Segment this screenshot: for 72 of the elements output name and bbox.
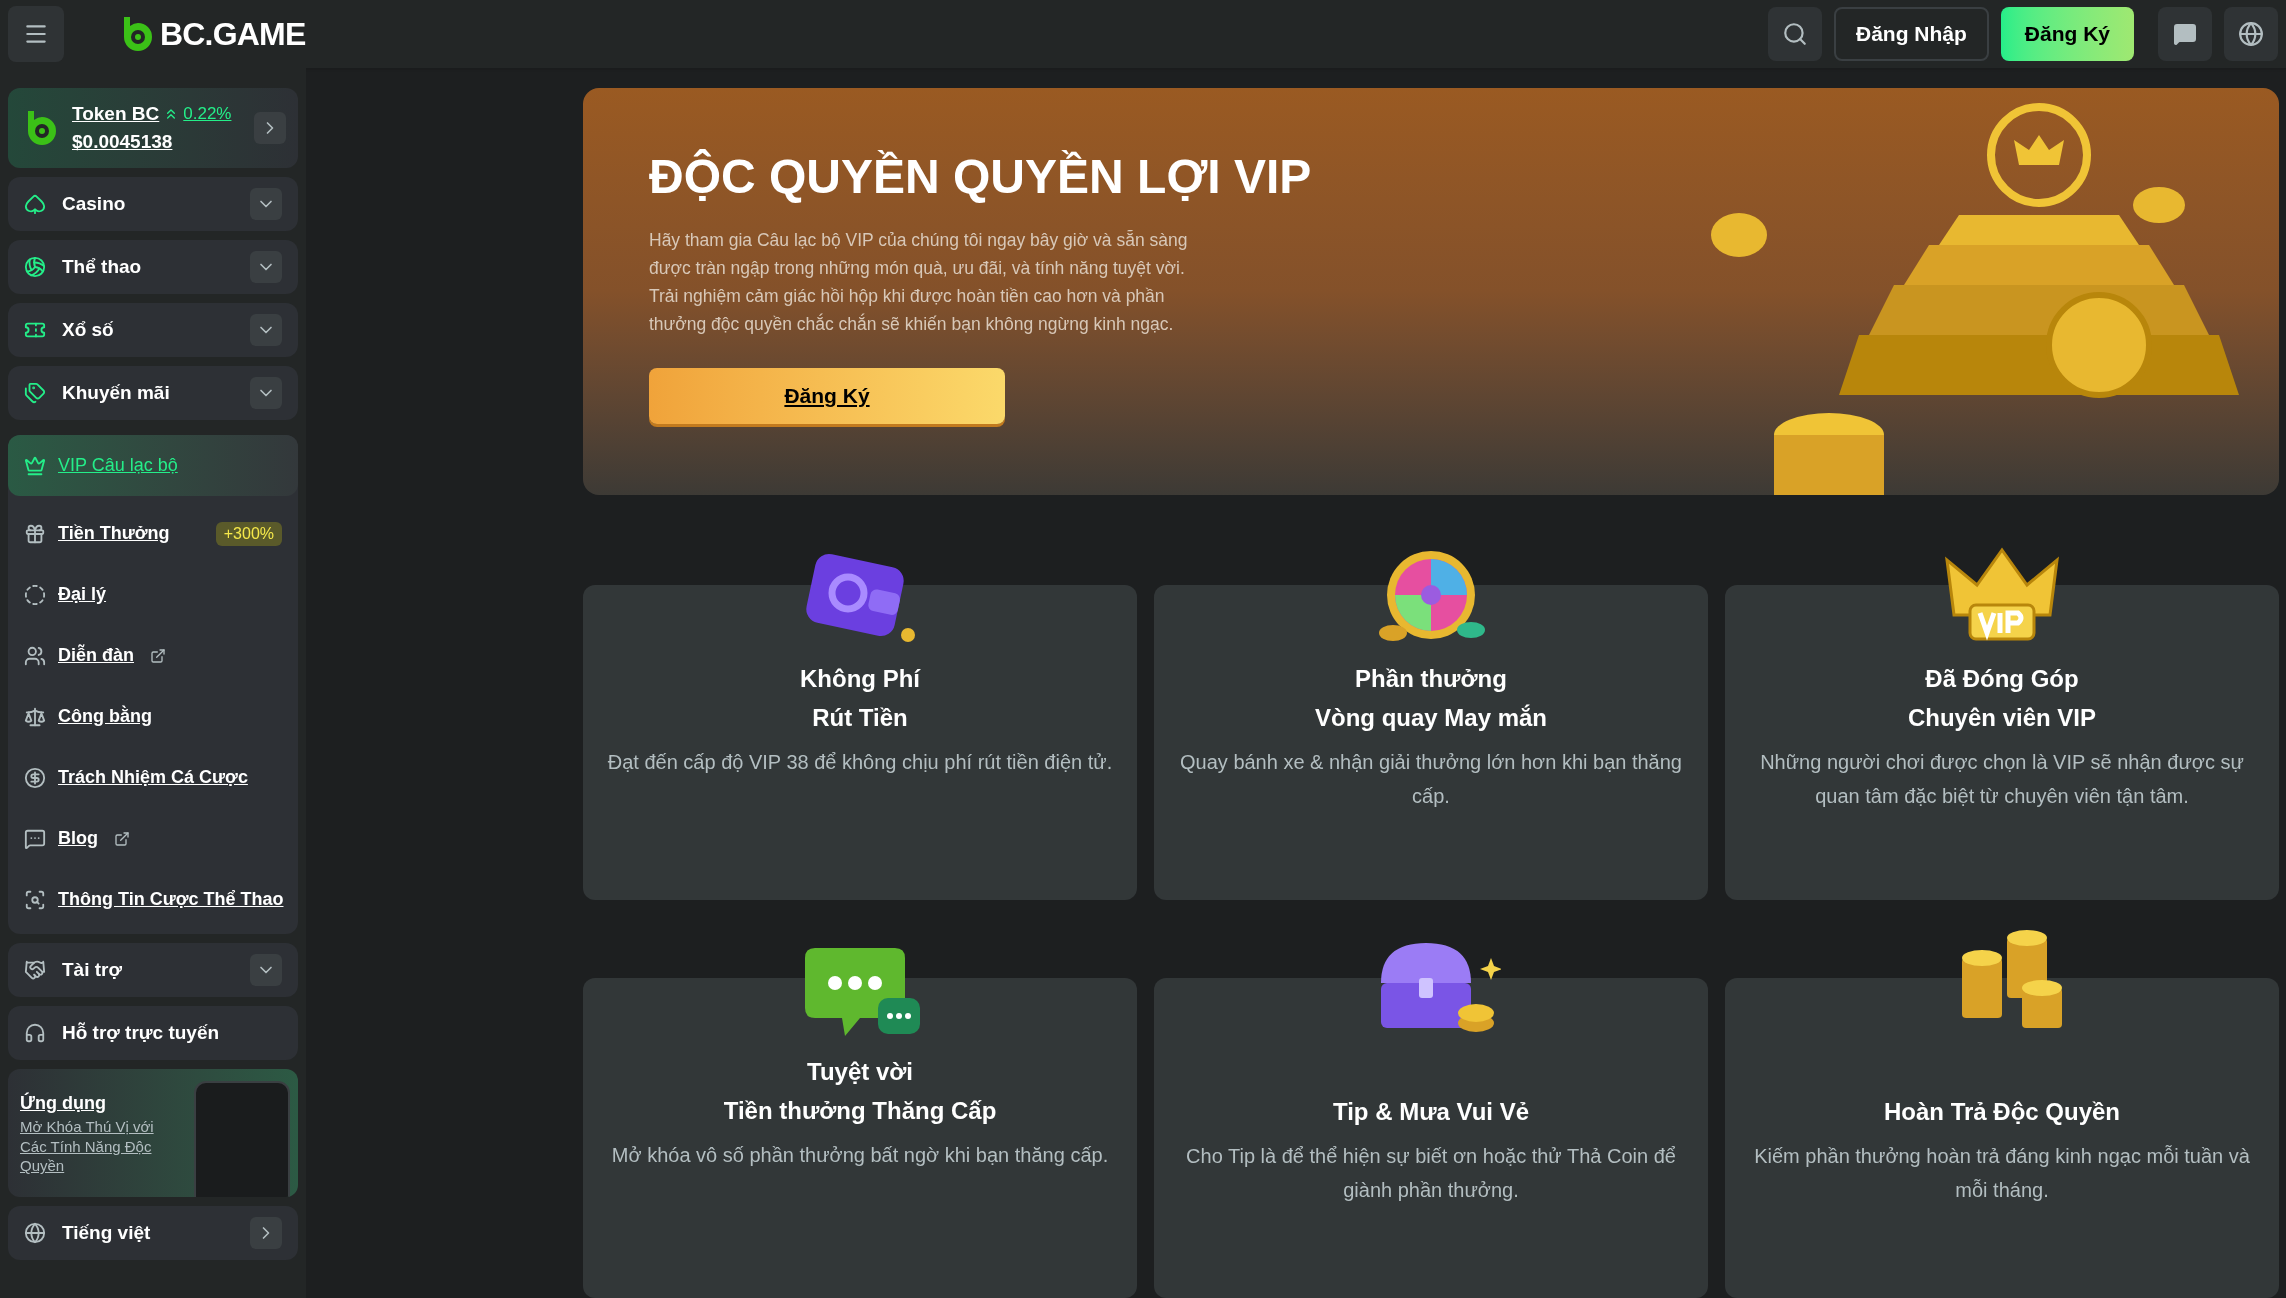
feature-title: Hoàn Trả Độc Quyền (1883, 1097, 2121, 1127)
feature-title: Chuyên viên VIP (1907, 703, 2097, 733)
link-icon (24, 644, 46, 667)
feature-title: Tuyệt vời (807, 1057, 913, 1087)
nav-link[interactable]: VIP Câu lạc bộ (8, 435, 298, 496)
chat-icon (2173, 22, 2197, 46)
feature-title: Rút Tiền (812, 703, 908, 733)
app-promo-card[interactable]: Ứng dụng Mở Khóa Thú Vị với Các Tính Năng Độc Quyền (8, 1069, 298, 1197)
arrow-button[interactable] (250, 1217, 282, 1249)
search-button[interactable] (1767, 7, 1822, 61)
feature-text: Cho Tip là để thể hiện sự biết ơn hoặc thử Thả Coin để giành phần thưởng. (1185, 1144, 1677, 1203)
chat-button[interactable] (2158, 7, 2212, 61)
feature-title: Tiền thưởng Thăng Cấp (723, 1096, 997, 1126)
logo-text: BC.GAME (160, 15, 306, 54)
link-icon (24, 454, 46, 477)
app-promo-title: Ứng dụng (20, 1091, 107, 1116)
feature-title: Không Phí (800, 664, 920, 694)
link-icon (24, 705, 46, 728)
feature-title: Phần thưởng (1355, 664, 1507, 694)
category-item[interactable]: Xổ số (8, 303, 298, 357)
token-name[interactable]: Token BC (72, 99, 160, 128)
language-item[interactable]: Tiếng việt (8, 1206, 298, 1260)
nav-link[interactable]: Thông Tin Cược Thể Thao (8, 869, 298, 930)
sidebar-item-icon (24, 1022, 46, 1044)
expand-button[interactable] (250, 188, 282, 220)
feature-title: Tip & Mưa Vui Vẻ (1332, 1097, 1530, 1127)
link-icon (24, 888, 46, 911)
nav-link[interactable]: Đại lý (8, 564, 298, 625)
expand-button[interactable] (250, 314, 282, 346)
feature-text: Đạt đến cấp độ VIP 38 để không chịu phí rút tiền điện tử. (607, 750, 1113, 775)
menu-button[interactable] (8, 6, 64, 62)
sidebar-item[interactable]: Hỗ trợ trực tuyến (8, 1006, 298, 1060)
link-icon (24, 522, 46, 545)
banner-text: Hãy tham gia Câu lạc bộ VIP của chúng tôi ngay bây giờ và sẵn sàng được tràn ngập trong những món quà, ưu đãi, và tính năng tuyệt vời. Trải nghiệm cảm giác hồi hộp khi được hoàn tiền cao hơn và phần thưởng độc quyền chắc chắn sẽ khiến bạn không ngừng kinh ngạc. (649, 228, 1189, 336)
category-icon (24, 193, 46, 215)
nav-link[interactable]: Trách Nhiệm Cá Cược (8, 747, 298, 808)
category-item[interactable]: Casino (8, 177, 298, 231)
login-button[interactable]: Đăng Nhập (1833, 7, 1989, 61)
feature-text: Những người chơi được chọn là VIP sẽ nhận được sự quan tâm đặc biệt từ chuyên viên tận tâm. (1759, 750, 2245, 809)
category-icon (24, 256, 46, 278)
search-icon (1781, 21, 1808, 47)
banner-signup-button[interactable]: Đăng Ký (649, 367, 1005, 424)
feature-title: Đã Đóng Góp (1925, 664, 2079, 694)
expand-button[interactable] (250, 251, 282, 283)
category-item[interactable]: Khuyến mãi (8, 366, 298, 420)
feature-title: Vòng quay May mắn (1314, 703, 1547, 733)
signup-button[interactable]: Đăng Ký (2000, 7, 2134, 61)
feature-text: Kiếm phần thưởng hoàn trả đáng kinh ngạc mỗi tuần và mỗi tháng. (1753, 1144, 2251, 1203)
sidebar-item-icon (24, 959, 46, 981)
link-icon (24, 827, 46, 850)
category-icon (24, 382, 46, 404)
feature-text: Mở khóa vô số phần thưởng bất ngờ khi bạn thăng cấp. (611, 1143, 1109, 1168)
expand-button[interactable] (250, 377, 282, 409)
globe-icon (2238, 21, 2264, 47)
nav-link[interactable]: Blog (8, 808, 298, 869)
link-icon (24, 583, 46, 606)
category-item[interactable]: Thể thao (8, 240, 298, 294)
globe-icon (24, 1222, 46, 1244)
arrow-button[interactable] (254, 112, 286, 144)
nav-link[interactable]: Diễn đàn (8, 625, 298, 686)
bonus-badge: +300% (215, 521, 282, 546)
link-icon (24, 766, 46, 789)
language-button[interactable] (2224, 7, 2278, 61)
expand-button[interactable] (250, 954, 282, 986)
banner-title: ĐỘC QUYỀN QUYỀN LỢI VIP (649, 148, 1313, 205)
token-change: 0.22% (183, 103, 232, 125)
nav-link[interactable]: Công bằng (8, 686, 298, 747)
nav-link[interactable]: Tiền Thưởng +300% (8, 503, 298, 564)
sidebar-item[interactable]: Tài trợ (8, 943, 298, 997)
token-price: $0.0045138 (72, 130, 174, 154)
app-promo-text: Mở Khóa Thú Vị với Các Tính Năng Độc Quyền (20, 1117, 155, 1176)
feature-text: Quay bánh xe & nhận giải thưởng lớn hơn khi bạn thăng cấp. (1179, 750, 1683, 809)
